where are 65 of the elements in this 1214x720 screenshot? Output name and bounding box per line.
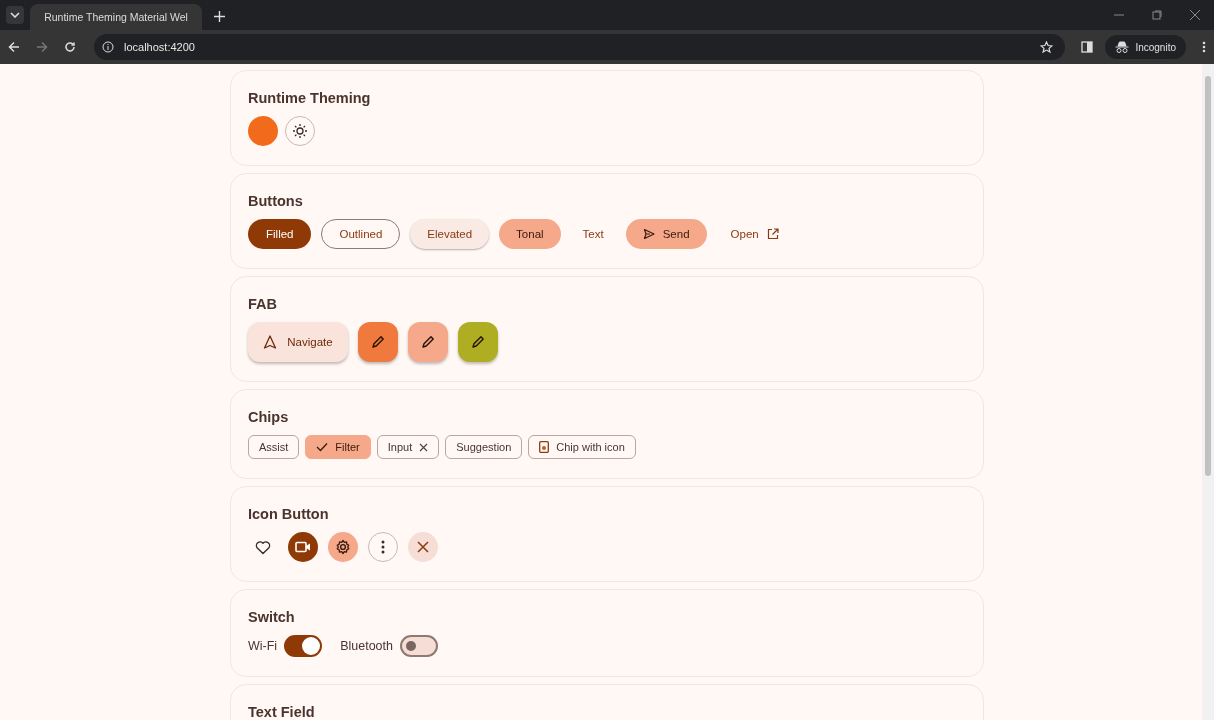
section-title: Icon Button (248, 506, 330, 522)
close-icon (417, 541, 429, 553)
close-icon[interactable] (1190, 10, 1200, 20)
tab-list-button[interactable] (6, 6, 24, 24)
more-icon (381, 540, 385, 554)
edit-fab[interactable] (458, 322, 498, 362)
section-title: FAB (248, 296, 278, 312)
button[interactable]: Open (716, 219, 789, 249)
back-icon[interactable] (8, 41, 20, 53)
navigate-fab[interactable]: Navigate (248, 322, 348, 362)
chip[interactable]: Filter (305, 435, 371, 459)
button[interactable]: Filled (248, 219, 312, 249)
star-icon[interactable] (1040, 40, 1054, 54)
pencil-icon (471, 335, 485, 349)
color-picker[interactable] (248, 116, 278, 146)
scrollbar[interactable] (1202, 64, 1214, 720)
address-bar[interactable]: localhost:4200 (94, 34, 1066, 60)
new-tab-icon[interactable] (214, 11, 225, 22)
video-button[interactable] (288, 532, 318, 562)
pencil-icon (421, 335, 435, 349)
toggle-switch[interactable] (400, 635, 438, 657)
sun-icon (292, 123, 308, 139)
edit-fab[interactable] (408, 322, 448, 362)
switch-label: Bluetooth (340, 639, 393, 653)
external-link-icon (766, 228, 779, 240)
incognito-badge[interactable]: Incognito (1105, 35, 1186, 59)
settings-icon (335, 539, 351, 555)
heart-icon (255, 539, 271, 555)
browser-tab[interactable]: Runtime Theming Material Wel (30, 4, 202, 30)
tab-title: Runtime Theming Material Wel (44, 11, 188, 23)
section-title: Chips (248, 409, 290, 425)
chip[interactable]: Assist (248, 435, 300, 459)
chip[interactable]: Input (376, 435, 440, 459)
info-icon[interactable] (102, 41, 114, 53)
button[interactable]: Elevated (410, 219, 490, 249)
navigation-arrow-icon (263, 335, 278, 349)
video-camera-icon (295, 541, 311, 553)
forward-icon[interactable] (36, 41, 48, 53)
reload-icon[interactable] (64, 41, 76, 53)
section-title: Runtime Theming (248, 90, 372, 106)
url-text: localhost:4200 (124, 41, 195, 53)
check-icon (316, 442, 329, 452)
button[interactable]: Send (625, 219, 707, 249)
close-button[interactable] (408, 532, 438, 562)
side-panel-icon[interactable] (1081, 41, 1094, 53)
theme-mode-button[interactable] (285, 116, 315, 146)
chip[interactable]: Suggestion (445, 435, 523, 459)
settings-button[interactable] (328, 532, 358, 562)
button[interactable]: Text (570, 219, 616, 249)
edit-fab[interactable] (358, 322, 398, 362)
chevron-down-icon (10, 12, 20, 18)
chip[interactable]: Chip with icon (528, 435, 636, 459)
section-title: Text Field (248, 704, 316, 720)
pencil-icon (371, 335, 385, 349)
incognito-icon (1115, 41, 1130, 53)
document-icon (539, 441, 550, 453)
button[interactable]: Tonal (499, 219, 561, 249)
send-icon (642, 228, 655, 240)
close-icon[interactable] (419, 442, 429, 452)
restore-icon[interactable] (1152, 10, 1162, 20)
section-title: Buttons (248, 193, 304, 209)
switch-label: Wi-Fi (248, 639, 278, 653)
section-title: Switch (248, 609, 296, 625)
toggle-switch[interactable] (284, 635, 323, 657)
more-icon[interactable] (1202, 41, 1206, 53)
